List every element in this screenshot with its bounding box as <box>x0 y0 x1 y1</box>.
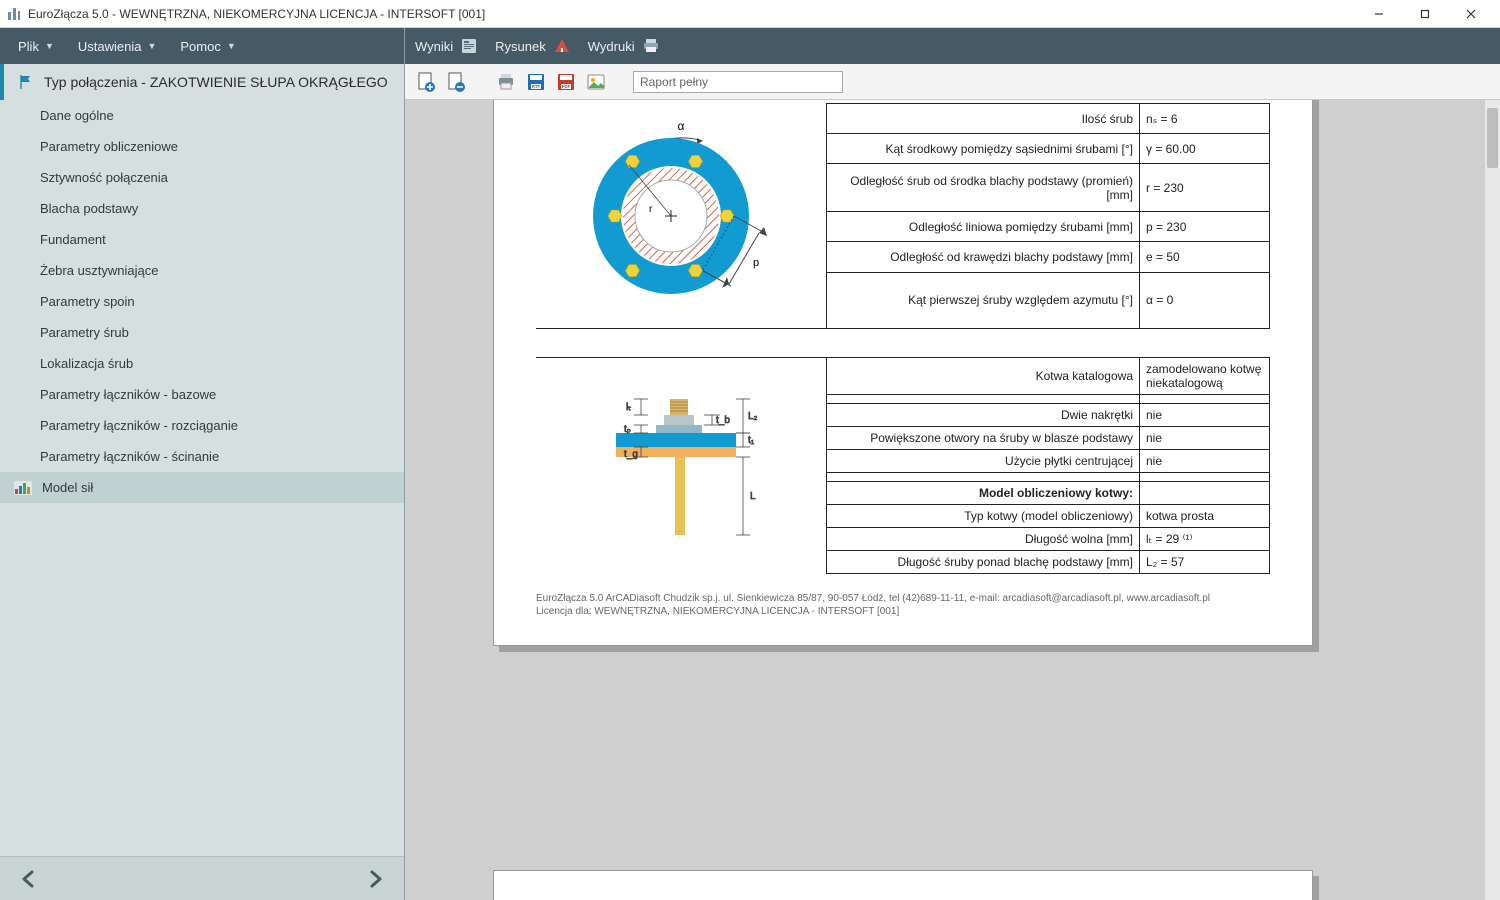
tab-wyniki-label: Wyniki <box>415 39 453 54</box>
menu-plik-label: Plik <box>18 39 39 54</box>
sidebar-item-parametry-srub[interactable]: Parametry śrub <box>0 317 404 348</box>
report-table-bolts: α <box>536 103 1270 329</box>
vertical-scrollbar[interactable] <box>1484 100 1500 900</box>
sidebar-item-parametry-obliczeniowe[interactable]: Parametry obliczeniowe <box>0 131 404 162</box>
chevron-down-icon: ▼ <box>147 41 156 51</box>
tab-wyniki[interactable]: Wyniki <box>415 38 477 54</box>
scrollbar-thumb[interactable] <box>1487 108 1498 168</box>
chevron-down-icon: ▼ <box>227 41 236 51</box>
sidebar-item-zebra[interactable]: Żebra usztywniające <box>0 255 404 286</box>
report-page: α <box>493 100 1313 646</box>
sidebar-item-model-sil[interactable]: Model sił <box>0 472 404 503</box>
window-maximize-button[interactable] <box>1402 0 1448 28</box>
tab-rysunek-label: Rysunek <box>495 39 546 54</box>
menu-pomoc[interactable]: Pomoc ▼ <box>170 33 245 60</box>
sidebar-item-dane-ogolne[interactable]: Dane ogólne <box>0 100 404 131</box>
flange-diagram: α <box>571 116 791 316</box>
menubar-left: Plik ▼ Ustawienia ▼ Pomoc ▼ <box>0 28 404 64</box>
chevron-down-icon: ▼ <box>45 41 54 51</box>
menu-pomoc-label: Pomoc <box>180 39 220 54</box>
results-icon <box>461 38 477 54</box>
model-sil-icon <box>14 481 32 495</box>
menu-ustawienia-label: Ustawienia <box>78 39 142 54</box>
tab-wydruki-label: Wydruki <box>588 39 635 54</box>
sidebar: Typ połączenia - ZAKOTWIENIE SŁUPA OKRĄG… <box>0 64 404 856</box>
window-minimize-button[interactable] <box>1356 0 1402 28</box>
report-type-label: Raport pełny <box>640 75 708 89</box>
sidebar-header[interactable]: Typ połączenia - ZAKOTWIENIE SŁUPA OKRĄG… <box>0 64 404 100</box>
window-title: EuroZłącza 5.0 - WEWNĘTRZNA, NIEKOMERCYJ… <box>28 7 485 21</box>
svg-text:tₚ: tₚ <box>624 424 631 435</box>
sidebar-footer <box>0 856 404 900</box>
svg-text:PDF: PDF <box>562 84 571 89</box>
page-remove-button[interactable] <box>445 71 467 93</box>
svg-text:t_b: t_b <box>716 415 730 426</box>
sidebar-header-label: Typ połączenia - ZAKOTWIENIE SŁUPA OKRĄG… <box>44 74 388 90</box>
sidebar-item-lacznikow-scinanie[interactable]: Parametry łączników - ścinanie <box>0 441 404 472</box>
right-toolbar: RTF PDF Raport pełny <box>405 64 1500 100</box>
print-button[interactable] <box>495 71 517 93</box>
svg-text:RTF: RTF <box>532 84 541 89</box>
page-add-button[interactable] <box>415 71 437 93</box>
report-table-anchor: lₜ tₚ t_g t_b <box>536 357 1270 574</box>
sidebar-item-lokalizacja-srub[interactable]: Lokalizacja śrub <box>0 348 404 379</box>
sidebar-item-model-sil-label: Model sił <box>42 480 93 495</box>
drawing-icon <box>554 38 570 54</box>
svg-text:L₂: L₂ <box>748 411 758 422</box>
window-close-button[interactable] <box>1448 0 1494 28</box>
nav-next-button[interactable] <box>360 864 390 894</box>
menubar-right: Wyniki Rysunek Wydruki <box>405 28 1500 64</box>
sidebar-item-parametry-spoin[interactable]: Parametry spoin <box>0 286 404 317</box>
svg-text:t₁: t₁ <box>748 435 755 446</box>
sidebar-item-lacznikow-rozciaganie[interactable]: Parametry łączników - rozciąganie <box>0 410 404 441</box>
app-icon <box>6 6 22 22</box>
sidebar-item-blacha-podstawy[interactable]: Blacha podstawy <box>0 193 404 224</box>
sidebar-item-sztywnosc[interactable]: Sztywność połączenia <box>0 162 404 193</box>
anchor-section-diagram: lₜ tₚ t_g t_b <box>586 375 776 555</box>
sidebar-item-fundament[interactable]: Fundament <box>0 224 404 255</box>
svg-text:t_g: t_g <box>624 449 638 460</box>
tab-wydruki[interactable]: Wydruki <box>588 38 659 54</box>
tab-rysunek[interactable]: Rysunek <box>495 38 570 54</box>
printer-icon <box>643 38 659 54</box>
flag-icon <box>18 74 34 90</box>
report-page-next: Projekt: Projekt złącza - Złącze Data: 2… <box>493 870 1313 900</box>
svg-text:lₜ: lₜ <box>626 402 631 413</box>
save-pdf-button[interactable]: PDF <box>555 71 577 93</box>
nav-prev-button[interactable] <box>14 864 44 894</box>
menu-plik[interactable]: Plik ▼ <box>8 33 64 60</box>
window-titlebar: EuroZłącza 5.0 - WEWNĘTRZNA, NIEKOMERCYJ… <box>0 0 1500 28</box>
svg-text:α: α <box>677 119 684 133</box>
save-rtf-button[interactable]: RTF <box>525 71 547 93</box>
svg-text:p: p <box>753 257 759 269</box>
sidebar-item-lacznikow-bazowe[interactable]: Parametry łączników - bazowe <box>0 379 404 410</box>
image-button[interactable] <box>585 71 607 93</box>
report-viewport: α <box>405 100 1500 900</box>
svg-text:L: L <box>750 491 756 502</box>
report-type-field[interactable]: Raport pełny <box>633 71 843 93</box>
menu-ustawienia[interactable]: Ustawienia ▼ <box>68 33 167 60</box>
report-page-footer: EuroZłącza 5.0 ArCADiasoft Chudzik sp.j.… <box>536 592 1270 619</box>
